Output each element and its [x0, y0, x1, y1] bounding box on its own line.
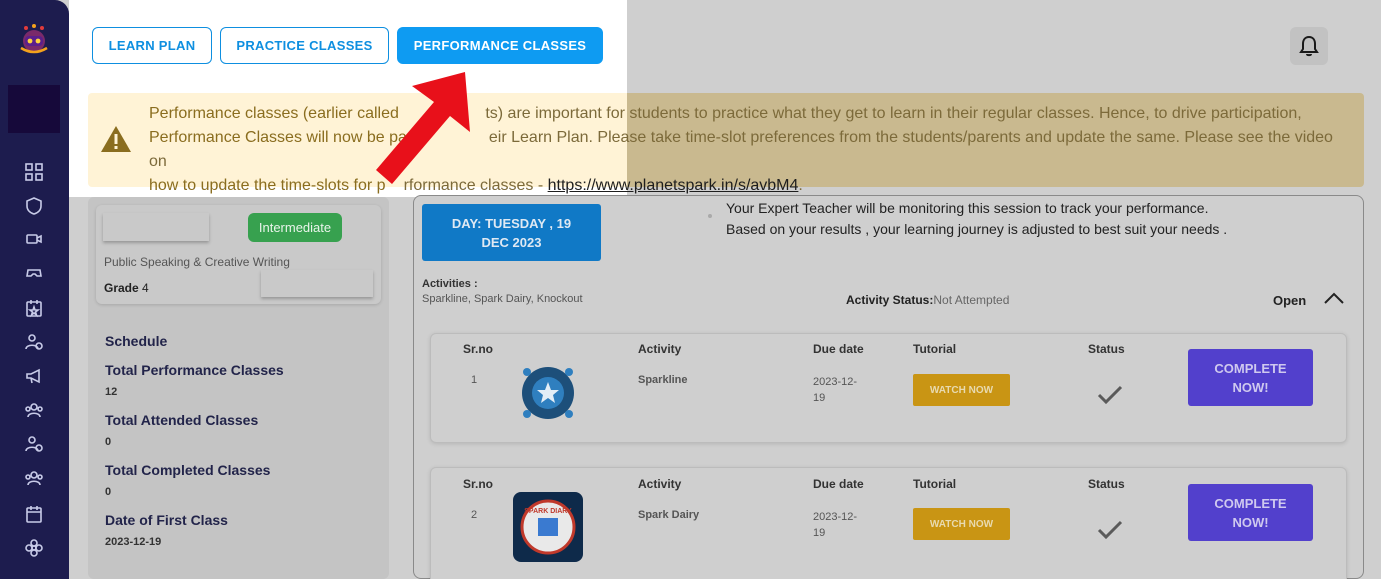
group-icon[interactable]	[22, 398, 46, 422]
tab-performance-classes[interactable]: PERFORMANCE CLASSES	[397, 27, 603, 64]
sidebar-profile-block[interactable]	[8, 85, 60, 133]
shield-icon[interactable]	[22, 194, 46, 218]
spark-diary-thumbnail: SPARK DIARY	[513, 492, 583, 562]
session-day-box: DAY: TUESDAY , 19 DEC 2023	[422, 204, 601, 261]
bell-icon	[1299, 35, 1319, 57]
team-icon[interactable]	[22, 466, 46, 490]
first-class-label: Date of First Class	[105, 512, 228, 528]
activity-name[interactable]: Spark Dairy	[638, 509, 699, 521]
activity-due-date: 2023-12- 19	[813, 511, 858, 539]
activities-title: Activities :	[422, 278, 478, 290]
flower-icon[interactable]	[22, 536, 46, 560]
activity-status: Activity Status:Not Attempted	[846, 293, 1010, 307]
planetspark-logo[interactable]	[17, 22, 51, 56]
grade-label: Grade 4	[104, 281, 149, 295]
first-class-value: 2023-12-19	[105, 536, 162, 548]
chevron-up-icon[interactable]	[1322, 288, 1346, 308]
checkmark-icon	[1097, 385, 1123, 405]
calendar-icon[interactable]	[22, 502, 46, 526]
bullet-dot	[708, 214, 712, 218]
activity-srno: 2	[471, 509, 478, 521]
megaphone-icon[interactable]	[22, 364, 46, 388]
schedule-heading: Schedule	[105, 333, 168, 349]
header-tutorial: Tutorial	[913, 477, 957, 491]
activities-list: Sparkline, Spark Dairy, Knockout	[422, 293, 583, 305]
activity-due-date: 2023-12- 19	[813, 376, 858, 404]
header-status: Status	[1088, 477, 1125, 491]
user-settings-icon[interactable]	[22, 432, 46, 456]
spark-diary-logo-text: SPARK DIARY	[524, 508, 572, 515]
sidebar	[0, 0, 69, 579]
dashboard-icon[interactable]	[22, 160, 46, 184]
header-status: Status	[1088, 342, 1125, 356]
total-attended-label: Total Attended Classes	[105, 412, 259, 428]
tab-learn-plan[interactable]: LEARN PLAN	[92, 27, 212, 64]
notice-video-link[interactable]: https://www.planetspark.in/s/avbM4	[548, 177, 799, 194]
activity-name[interactable]: Sparkline	[638, 374, 688, 386]
course-action-placeholder	[261, 270, 373, 297]
user-clock-icon[interactable]	[22, 330, 46, 354]
header-tutorial: Tutorial	[913, 342, 957, 356]
watch-now-button[interactable]: WATCH NOW	[913, 374, 1010, 406]
total-completed-value: 0	[105, 486, 112, 498]
total-attended-value: 0	[105, 436, 112, 448]
complete-now-button[interactable]: COMPLETE NOW!	[1188, 484, 1313, 541]
header-due-date: Due date	[813, 477, 864, 491]
total-performance-label: Total Performance Classes	[105, 362, 284, 378]
video-icon[interactable]	[22, 227, 46, 251]
sparkline-thumbnail	[513, 358, 583, 428]
open-toggle-label[interactable]: Open	[1273, 293, 1306, 308]
course-name: Public Speaking & Creative Writing	[104, 255, 290, 269]
complete-now-button[interactable]: COMPLETE NOW!	[1188, 349, 1313, 406]
checkmark-icon	[1097, 520, 1123, 540]
watch-now-button[interactable]: WATCH NOW	[913, 508, 1010, 540]
course-image-placeholder	[103, 213, 209, 241]
header-srno: Sr.no	[463, 342, 494, 356]
notifications-button[interactable]	[1290, 27, 1328, 65]
calendar-star-icon[interactable]	[22, 296, 46, 320]
expert-teacher-note: Your Expert Teacher will be monitoring t…	[726, 200, 1228, 237]
header-srno: Sr.no	[463, 477, 494, 491]
warning-icon	[101, 126, 131, 152]
activity-srno: 1	[471, 374, 478, 386]
tab-practice-classes[interactable]: PRACTICE CLASSES	[220, 27, 389, 64]
header-due-date: Due date	[813, 342, 864, 356]
total-performance-value: 12	[105, 386, 118, 398]
header-activity: Activity	[638, 477, 682, 491]
total-completed-label: Total Completed Classes	[105, 462, 271, 478]
notice-text: Performance classes (earlier called ts) …	[149, 105, 1333, 194]
gamepad-icon[interactable]	[22, 260, 46, 284]
header-activity: Activity	[638, 342, 682, 356]
level-badge: Intermediate	[248, 213, 342, 242]
